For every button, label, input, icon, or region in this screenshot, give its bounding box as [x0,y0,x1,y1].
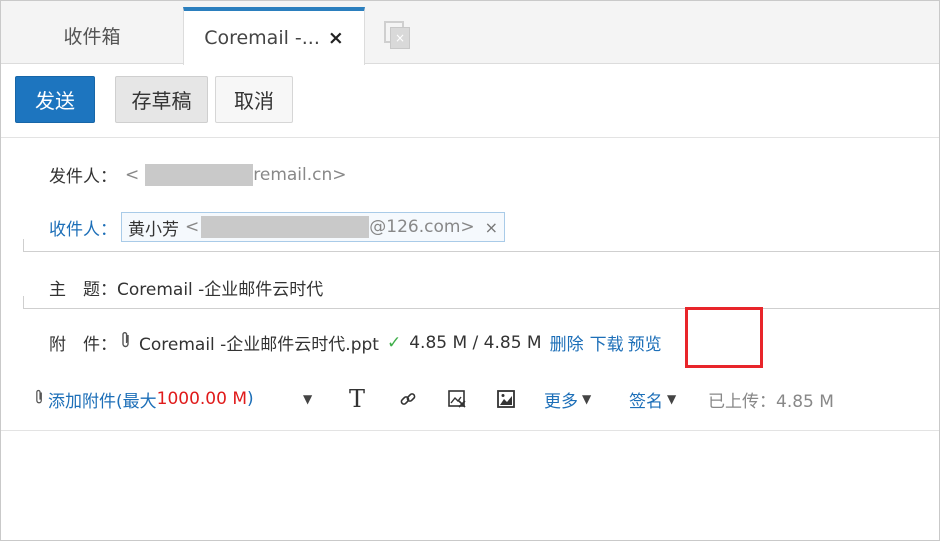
recipient-address-suffix: @126.com> [369,217,475,237]
caret-down-icon: ▼ [582,392,592,406]
more-menu-button[interactable]: 更多 ▼ [544,385,591,413]
insert-link-button[interactable] [399,385,417,413]
caret-down-icon: ▼ [667,392,677,406]
add-attachment-link[interactable]: 添加附件(最大 1000.00 M ) [35,385,254,413]
attachment-dropdown-button[interactable]: ▼ [303,385,312,413]
attachment-progress: 4.85 M / 4.85 M [409,332,542,353]
uploaded-status: 已上传：4.85 M [708,385,834,413]
image-icon [496,389,516,409]
remove-recipient-icon[interactable]: × [485,218,498,237]
from-address-suffix: remail.cn> [253,164,347,185]
more-label: 更多 [544,391,578,412]
send-button[interactable]: 发送 [15,76,95,123]
from-row: 发件人： < remail.cn> [49,162,347,187]
paperclip-icon [121,331,131,354]
divider [1,137,939,138]
recipient-chip[interactable]: 黄小芳 < @126.com> × [121,212,506,242]
to-field-underline [23,251,939,252]
preview-attachment-link[interactable]: 预览 [628,330,662,355]
attachment-filename: Coremail -企业邮件云时代.ppt [139,335,379,355]
from-label: 发件人： [49,167,117,187]
delete-attachment-link[interactable]: 删除 [550,330,584,355]
close-icon[interactable]: × [328,27,344,49]
redacted-block [145,163,254,186]
add-attachment-label: 添加附件(最大 [48,391,157,412]
tab-compose-label: Coremail -... [204,27,320,49]
max-size-value: 1000.00 M [156,389,248,409]
highlight-box [685,307,763,368]
tab-inbox-label: 收件箱 [63,26,121,48]
text-format-button[interactable]: T [349,385,365,413]
from-prefix: < [125,164,140,185]
tab-inbox[interactable]: 收件箱 [1,7,183,64]
insert-screenshot-button[interactable] [447,385,467,413]
subject-label: 主 题： [49,280,117,300]
compose-window: 收件箱 Coremail -... × × 发送 存草稿 取消 发件人： < r… [0,0,940,541]
download-attachment-link[interactable]: 下载 [590,330,624,355]
link-icon [399,390,417,408]
text-format-icon: T [349,385,366,413]
save-draft-button[interactable]: 存草稿 [115,76,208,123]
insert-image-button[interactable] [496,385,516,413]
signature-label: 签名 [629,391,663,412]
redacted-block [201,216,370,238]
window-stack-icon[interactable]: × [384,21,410,49]
subject-field-underline [23,308,939,309]
cancel-button[interactable]: 取消 [215,76,293,123]
add-attachment-close-paren: ) [247,389,254,409]
screenshot-icon [447,389,467,409]
recipient-name: 黄小芳 [128,219,179,240]
tab-compose[interactable]: Coremail -... × [183,7,365,65]
to-label[interactable]: 收件人： [49,215,117,240]
uploaded-status-text: 已上传：4.85 M [708,391,834,412]
recipient-prefix: < [185,217,200,237]
subject-input[interactable]: Coremail -企业邮件云时代 [117,275,323,300]
paperclip-icon [35,389,44,410]
tab-bar: 收件箱 Coremail -... × × [1,1,939,65]
message-body-editor[interactable] [1,431,939,540]
attachment-label: 附 件： [49,335,117,355]
signature-menu-button[interactable]: 签名 ▼ [629,385,676,413]
checkmark-icon: ✓ [386,332,402,353]
subject-row: 主 题： Coremail -企业邮件云时代 [49,275,323,300]
caret-down-icon: ▼ [303,392,313,406]
to-row: 收件人： 黄小芳 < @126.com> × [49,212,506,242]
attachment-row: 附 件： Coremail -企业邮件云时代.ppt ✓ 4.85 M / 4.… [49,330,662,355]
